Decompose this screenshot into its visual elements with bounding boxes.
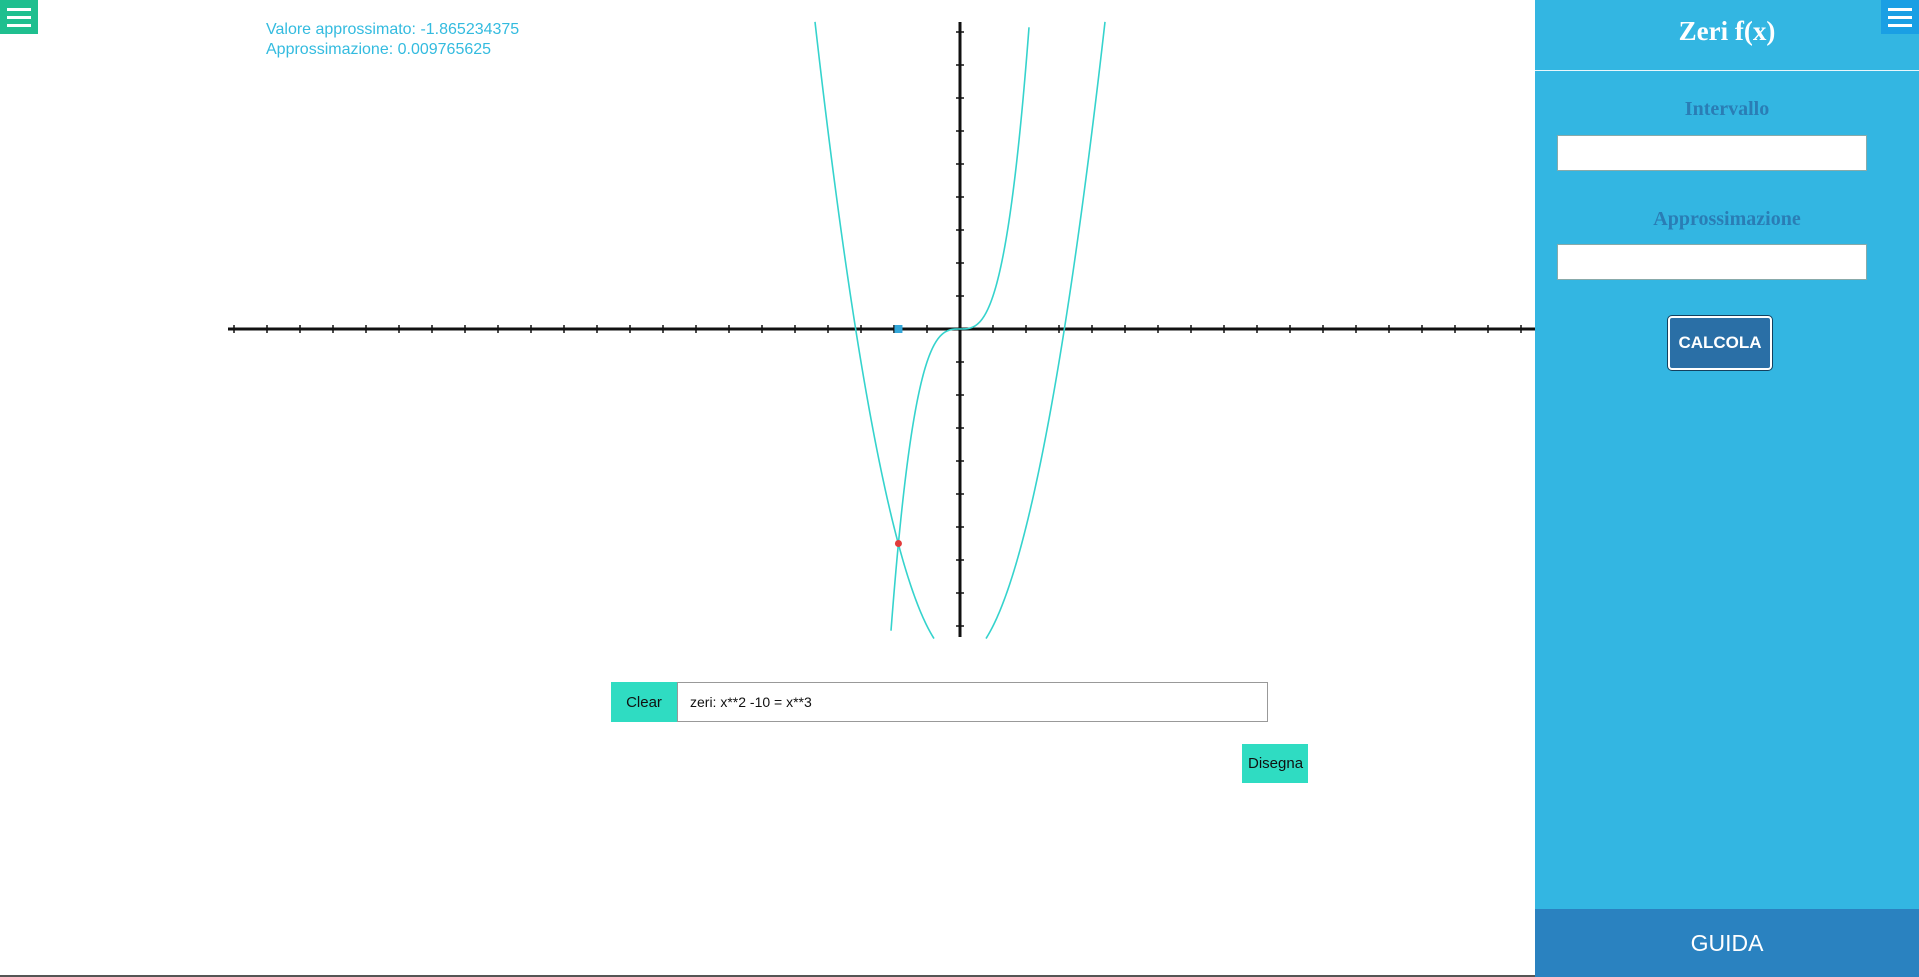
panel-title: Zeri f(x) [1678, 16, 1776, 46]
side-panel: Zeri f(x) Intervallo Approssimazione CAL… [1535, 0, 1919, 977]
interval-label: Intervallo [1684, 98, 1770, 120]
clear-button[interactable]: Clear [611, 682, 677, 722]
root-marker [894, 325, 903, 333]
result-info: Valore approssimato: -1.865234375 Appros… [266, 20, 519, 60]
menu-line [1888, 7, 1912, 11]
interval-input[interactable] [1557, 135, 1867, 171]
approximation-label: Approssimazione [1653, 208, 1801, 230]
expression-input[interactable] [677, 682, 1268, 722]
draw-button[interactable]: Disegna [1242, 744, 1308, 783]
intersection-point [894, 540, 902, 547]
guide-button[interactable]: GUIDA [1535, 909, 1919, 977]
approx-value-text: Valore approssimato: -1.865234375 [266, 21, 520, 38]
panel-divider [1535, 70, 1919, 71]
calculate-button[interactable]: CALCOLA [1668, 316, 1772, 370]
approximation-text: Approssimazione: 0.009765625 [266, 41, 492, 58]
approximation-input[interactable] [1557, 244, 1867, 280]
graph-canvas [228, 21, 1535, 639]
